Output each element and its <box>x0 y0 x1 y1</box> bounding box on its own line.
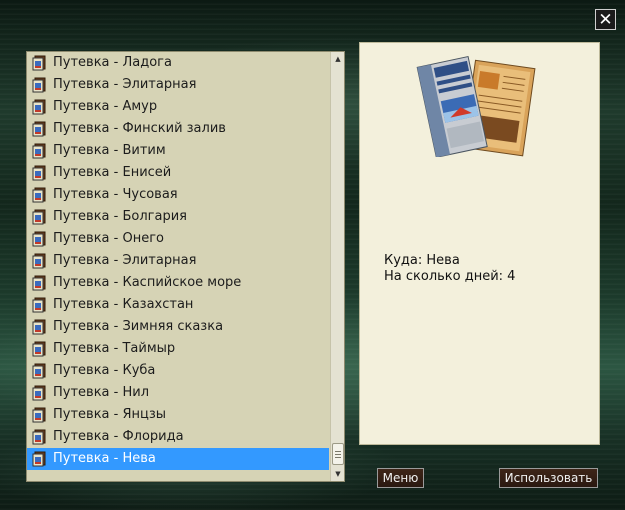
days-line: На сколько дней: 4 <box>384 269 516 284</box>
tour-list-item[interactable]: Путевка - Каспийское море <box>27 272 329 294</box>
tour-list-item-label: Путевка - Каспийское море <box>53 275 242 290</box>
close-button[interactable]: ✕ <box>595 9 616 30</box>
tour-list-item[interactable]: Путевка - Чусовая <box>27 184 329 206</box>
tour-list-item[interactable]: Путевка - Онего <box>27 228 329 250</box>
tour-list-item[interactable]: Путевка - Енисей <box>27 162 329 184</box>
thumb-grip-line <box>335 454 341 455</box>
tour-list-item-label: Путевка - Ладога <box>53 55 172 70</box>
tour-list-item[interactable]: Путевка - Амур <box>27 96 329 118</box>
tour-list-item-label: Путевка - Зимняя сказка <box>53 319 224 334</box>
tour-details: Куда: Нева На сколько дней: 4 <box>384 253 515 285</box>
tour-voucher-icon <box>31 451 47 467</box>
tour-detail-panel: Куда: Нева На сколько дней: 4 <box>359 42 600 445</box>
tour-list-item-label: Путевка - Финский залив <box>53 121 226 136</box>
tour-list-item[interactable]: Путевка - Казахстан <box>27 294 329 316</box>
tour-list-item[interactable]: Путевка - Янцзы <box>27 404 329 426</box>
tour-list-item[interactable]: Путевка - Куба <box>27 360 329 382</box>
tour-voucher-icon <box>31 319 47 335</box>
tour-list-item-label: Путевка - Нил <box>53 385 150 400</box>
tour-voucher-icon <box>31 407 47 423</box>
tour-voucher-icon <box>31 275 47 291</box>
tour-list-item[interactable]: Путевка - Флорида <box>27 426 329 448</box>
tour-list-item-label: Путевка - Болгария <box>53 209 187 224</box>
tour-list-item-label: Путевка - Амур <box>53 99 158 114</box>
tour-list-item[interactable]: Путевка - Ладога <box>27 52 329 74</box>
tour-list-item-label: Путевка - Элитарная <box>53 253 197 268</box>
tour-list-item[interactable]: Путевка - Витим <box>27 140 329 162</box>
tour-list-item[interactable]: Путевка - Зимняя сказка <box>27 316 329 338</box>
tour-list-item-label: Путевка - Нева <box>53 451 156 466</box>
thumb-grip-line <box>335 457 341 458</box>
tour-list-item[interactable]: Путевка - Таймыр <box>27 338 329 360</box>
scrollbar-thumb[interactable] <box>332 443 344 465</box>
tour-voucher-icon <box>31 99 47 115</box>
tour-list-item[interactable]: Путевка - Нил <box>27 382 329 404</box>
tour-voucher-icon <box>31 231 47 247</box>
scrollbar[interactable]: ▲ ▼ <box>330 52 344 481</box>
scroll-up-arrow-icon[interactable]: ▲ <box>331 52 344 66</box>
tour-list-item[interactable]: Путевка - Болгария <box>27 206 329 228</box>
tour-list-item-label: Путевка - Куба <box>53 363 156 378</box>
tour-list-item[interactable]: Путевка - Нева <box>27 448 329 470</box>
use-button[interactable]: Использовать <box>499 468 598 488</box>
tour-voucher-icon <box>31 187 47 203</box>
tour-list-item-label: Путевка - Флорида <box>53 429 184 444</box>
tour-list[interactable]: Путевка - Ладога Путевка - Элитарная Путев… <box>27 52 329 481</box>
tour-voucher-icon <box>31 341 47 357</box>
travel-brochure-icon <box>416 55 536 157</box>
tour-list-panel: Путевка - Ладога Путевка - Элитарная Путев… <box>26 51 345 482</box>
thumb-grip-line <box>335 451 341 452</box>
tour-voucher-icon <box>31 143 47 159</box>
tour-voucher-icon <box>31 121 47 137</box>
tour-list-item[interactable]: Путевка - Элитарная <box>27 250 329 272</box>
tour-voucher-icon <box>31 209 47 225</box>
tour-list-item-label: Путевка - Онего <box>53 231 164 246</box>
tour-voucher-icon <box>31 429 47 445</box>
destination-line: Куда: Нева <box>384 253 460 268</box>
scroll-down-arrow-icon[interactable]: ▼ <box>331 467 344 481</box>
tour-voucher-icon <box>31 165 47 181</box>
tour-voucher-icon <box>31 253 47 269</box>
tour-list-item-label: Путевка - Янцзы <box>53 407 167 422</box>
tour-voucher-icon <box>31 77 47 93</box>
tour-list-item-label: Путевка - Таймыр <box>53 341 176 356</box>
tour-list-item-label: Путевка - Элитарная <box>53 77 197 92</box>
tour-voucher-icon <box>31 385 47 401</box>
tour-list-item-label: Путевка - Казахстан <box>53 297 194 312</box>
tour-voucher-icon <box>31 297 47 313</box>
tour-list-item-label: Путевка - Енисей <box>53 165 172 180</box>
tour-list-item-label: Путевка - Витим <box>53 143 166 158</box>
tour-voucher-icon <box>31 363 47 379</box>
tour-list-item[interactable]: Путевка - Финский залив <box>27 118 329 140</box>
menu-button[interactable]: Меню <box>377 468 424 488</box>
tour-list-item[interactable]: Путевка - Элитарная <box>27 74 329 96</box>
tour-list-item-label: Путевка - Чусовая <box>53 187 178 202</box>
tour-voucher-icon <box>31 55 47 71</box>
